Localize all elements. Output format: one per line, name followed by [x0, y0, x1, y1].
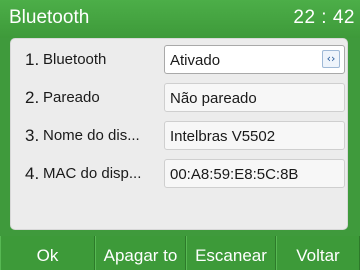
row-label: Pareado [43, 89, 100, 106]
row-label: MAC do disp... [43, 165, 142, 182]
bluetooth-select[interactable]: Ativado ‹› [164, 45, 345, 74]
back-softkey[interactable]: Voltar [276, 236, 360, 270]
row-number: 1. [25, 50, 40, 69]
row-number: 3. [25, 126, 40, 145]
left-right-arrows-icon[interactable]: ‹› [322, 50, 340, 68]
paired-field[interactable]: Não pareado [164, 83, 345, 112]
row-device-mac[interactable]: 4. MAC do disp... 00:A8:59:E8:5C:8B [11, 156, 349, 192]
select-value: Ativado [170, 52, 221, 69]
settings-panel: 1. Bluetooth Ativado ‹› 2. Pareado Não p… [10, 38, 348, 230]
row-number: 2. [25, 88, 40, 107]
device-name-field[interactable]: Intelbras V5502 [164, 121, 345, 150]
row-label: Nome do dis... [43, 127, 140, 144]
device-mac-field[interactable]: 00:A8:59:E8:5C:8B [164, 159, 345, 188]
row-paired[interactable]: 2. Pareado Não pareado [11, 80, 349, 116]
softkey-bar: Ok Apagar to Escanear Voltar [0, 236, 360, 270]
clock: 22 : 42 [293, 7, 355, 28]
row-label: Bluetooth [43, 51, 107, 68]
delete-softkey[interactable]: Apagar to [95, 236, 186, 270]
row-number: 4. [25, 164, 40, 183]
scan-softkey[interactable]: Escanear [186, 236, 276, 270]
title-bar: Bluetooth 22 : 42 [0, 0, 360, 38]
ok-softkey[interactable]: Ok [0, 236, 95, 270]
row-bluetooth[interactable]: 1. Bluetooth Ativado ‹› [11, 42, 349, 78]
screen-title: Bluetooth [9, 7, 90, 28]
row-device-name[interactable]: 3. Nome do dis... Intelbras V5502 [11, 118, 349, 154]
